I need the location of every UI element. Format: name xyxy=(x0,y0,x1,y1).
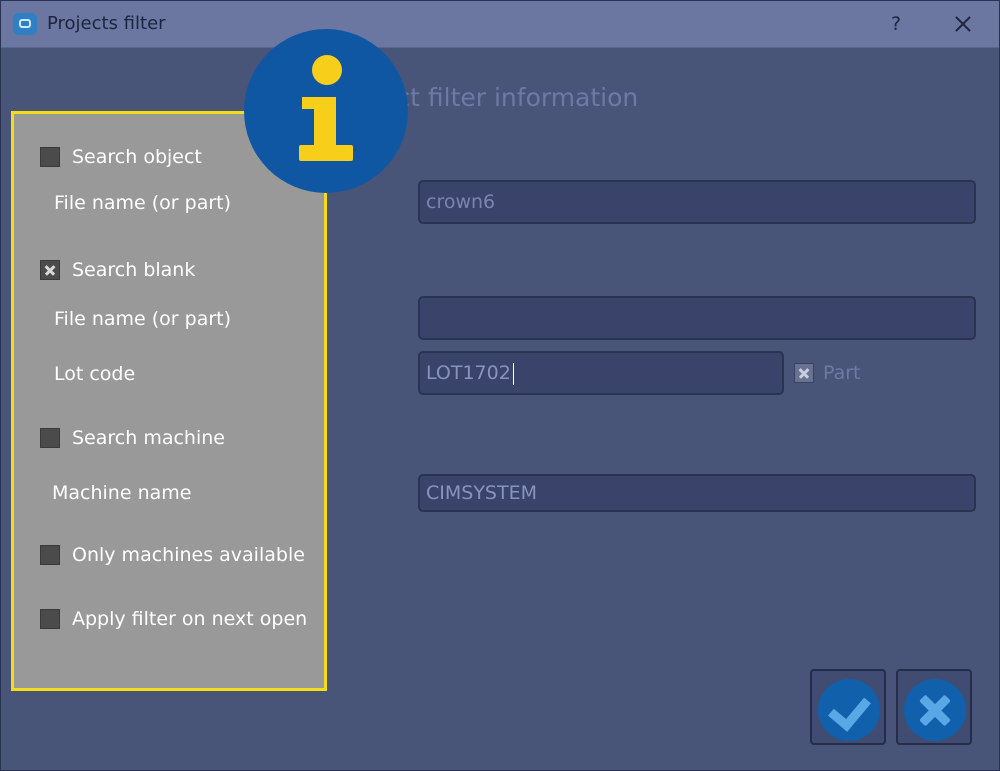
ok-button[interactable] xyxy=(810,669,886,745)
object-file-name-label: File name (or part) xyxy=(54,192,232,214)
x-icon xyxy=(904,679,966,741)
title-bar: Projects filter ? xyxy=(1,1,999,48)
info-icon-dot xyxy=(312,55,342,85)
lot-code-label: Lot code xyxy=(54,363,136,385)
window-title: Projects filter xyxy=(47,13,166,34)
projects-filter-dialog: Projects filter ? ect filter information… xyxy=(0,0,1000,771)
app-icon xyxy=(13,13,37,35)
part-label: Part xyxy=(823,362,861,384)
part-checkbox[interactable] xyxy=(794,363,814,383)
only-machines-available-label: Only machines available xyxy=(72,544,305,566)
info-icon xyxy=(244,29,408,193)
machine-name-label: Machine name xyxy=(52,482,192,504)
text-caret xyxy=(512,362,514,385)
lot-code-value: LOT1702 xyxy=(426,362,511,384)
help-button[interactable]: ? xyxy=(881,10,911,38)
search-object-checkbox[interactable] xyxy=(40,147,60,167)
info-icon-base xyxy=(299,145,353,161)
search-blank-option[interactable]: Search blank xyxy=(40,259,195,281)
apply-filter-next-open-option[interactable]: Apply filter on next open xyxy=(40,608,307,630)
blank-file-name-label: File name (or part) xyxy=(54,308,232,330)
object-file-name-input[interactable] xyxy=(418,180,976,224)
search-machine-label: Search machine xyxy=(72,427,225,449)
apply-filter-next-open-checkbox[interactable] xyxy=(40,609,60,629)
only-machines-available-option[interactable]: Only machines available xyxy=(40,544,305,566)
search-machine-option[interactable]: Search machine xyxy=(40,427,225,449)
search-object-label: Search object xyxy=(72,146,202,168)
cancel-button[interactable] xyxy=(896,669,972,745)
section-heading: ect filter information xyxy=(381,83,639,112)
apply-filter-next-open-label: Apply filter on next open xyxy=(72,608,308,630)
search-blank-checkbox[interactable] xyxy=(40,260,60,280)
machine-name-input[interactable] xyxy=(418,474,976,512)
search-object-option[interactable]: Search object xyxy=(40,146,202,168)
close-icon[interactable] xyxy=(947,9,979,39)
search-machine-checkbox[interactable] xyxy=(40,428,60,448)
blank-file-name-input[interactable] xyxy=(418,296,976,340)
only-machines-available-checkbox[interactable] xyxy=(40,545,60,565)
filter-options-panel: Search object File name (or part) Search… xyxy=(11,111,327,691)
lot-code-input[interactable]: LOT1702 xyxy=(418,351,784,395)
checkmark-icon xyxy=(818,679,880,741)
info-icon-stem xyxy=(314,97,336,151)
search-blank-label: Search blank xyxy=(72,259,196,281)
